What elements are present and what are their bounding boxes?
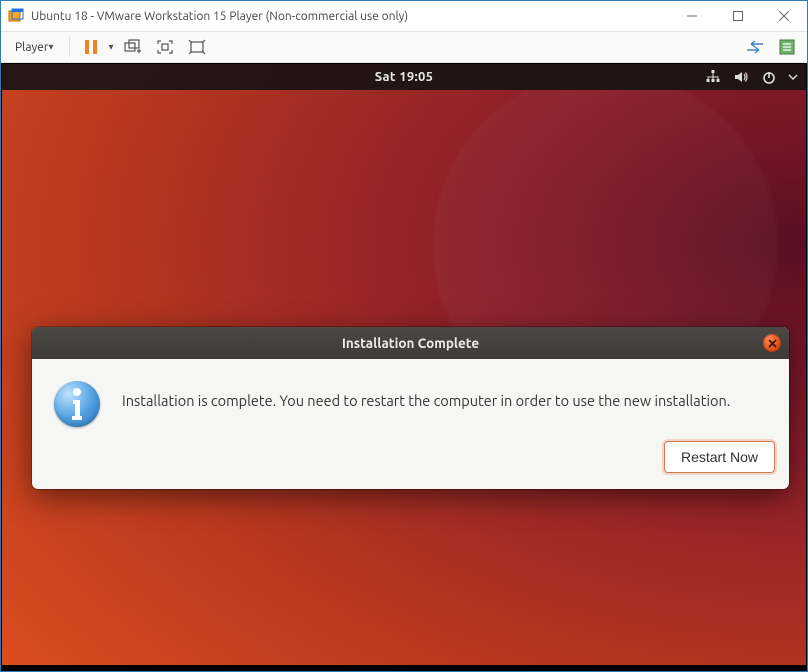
cycle-multiple-monitors-button[interactable] [741, 35, 769, 59]
vmware-window: Ubuntu 18 - VMware Workstation 15 Player… [0, 0, 808, 672]
close-button[interactable] [761, 1, 807, 31]
maximize-button[interactable] [715, 1, 761, 31]
ubuntu-top-bar[interactable]: Sat 19:05 [2, 64, 806, 90]
power-icon[interactable] [760, 68, 778, 86]
info-icon [54, 381, 100, 427]
host-title-text: Ubuntu 18 - VMware Workstation 15 Player… [31, 10, 669, 23]
dialog-title: Installation Complete [342, 335, 479, 351]
unity-mode-button[interactable] [184, 35, 210, 59]
pause-dropdown[interactable] [108, 35, 113, 59]
dialog-titlebar[interactable]: Installation Complete [32, 327, 789, 359]
clock: Sat 19:05 [2, 70, 806, 84]
sound-icon[interactable] [732, 68, 750, 86]
send-ctrl-alt-del-button[interactable] [120, 35, 146, 59]
minimize-button[interactable] [669, 1, 715, 31]
ubuntu-desktop[interactable]: Sat 19:05 [2, 64, 806, 665]
player-menu-button[interactable]: Player [9, 35, 59, 59]
dialog-message: Installation is complete. You need to re… [122, 381, 730, 411]
system-status-area[interactable] [704, 64, 798, 90]
vmware-app-icon [7, 7, 25, 25]
restart-now-button[interactable]: Restart Now [664, 441, 775, 473]
dialog-close-button[interactable] [763, 334, 781, 352]
fullscreen-button[interactable] [152, 35, 178, 59]
pause-button[interactable] [80, 35, 102, 59]
chevron-down-icon[interactable] [788, 68, 798, 86]
guest-display[interactable]: Sat 19:05 [1, 63, 807, 671]
manage-button[interactable] [775, 35, 799, 59]
host-toolbar: Player [1, 31, 807, 63]
host-titlebar[interactable]: Ubuntu 18 - VMware Workstation 15 Player… [1, 1, 807, 31]
network-icon[interactable] [704, 68, 722, 86]
window-controls [669, 1, 807, 31]
toolbar-separator [69, 37, 70, 57]
installation-complete-dialog: Installation Complete Installation is co… [32, 327, 789, 489]
